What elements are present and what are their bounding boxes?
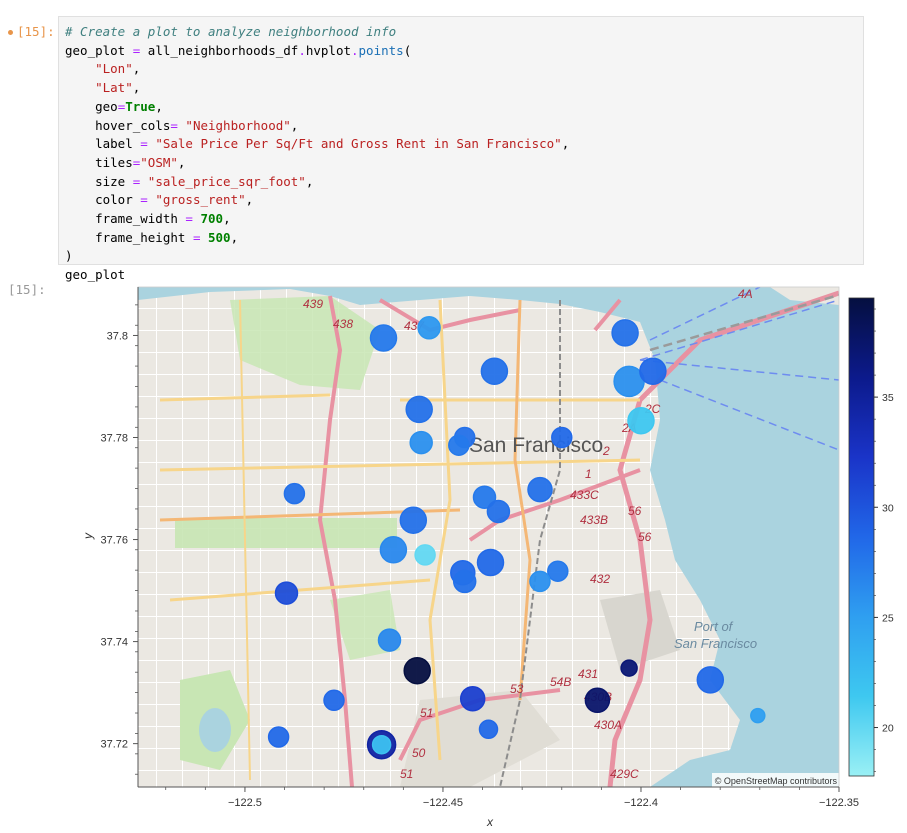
city-label: San Francisco bbox=[469, 434, 603, 457]
data-point bbox=[379, 536, 408, 564]
route-label: 432 bbox=[590, 572, 610, 586]
colorbar-tick-label: 25 bbox=[882, 612, 894, 624]
code-line: frame_width = 700, bbox=[65, 211, 231, 227]
y-tick-label: 37.74 bbox=[100, 637, 128, 649]
colorbar-tick-label: 30 bbox=[882, 502, 894, 514]
attribution: © OpenStreetMap contributors bbox=[715, 776, 838, 786]
data-point bbox=[696, 666, 725, 694]
data-point bbox=[547, 560, 569, 582]
code-editor[interactable]: # Create a plot to analyze neighborhood … bbox=[65, 23, 569, 285]
colorbar-tick-label: 20 bbox=[882, 723, 894, 735]
code-line: "Lon", bbox=[95, 61, 141, 77]
data-point bbox=[369, 324, 398, 352]
data-point bbox=[405, 395, 433, 424]
code-line: frame_height = 500, bbox=[65, 229, 239, 245]
route-label: 50 bbox=[412, 746, 426, 760]
y-tick-label: 37.76 bbox=[100, 535, 128, 547]
code-line: size = "sale_price_sqr_foot", bbox=[65, 173, 314, 189]
route-label: 439 bbox=[303, 297, 323, 311]
code-line: hover_cols= "Neighborhood", bbox=[65, 117, 299, 133]
x-tick-label: −122.5 bbox=[228, 797, 262, 809]
data-point bbox=[459, 685, 486, 712]
route-label: 430A bbox=[594, 718, 622, 732]
code-line: # Create a plot to analyze neighborhood … bbox=[65, 24, 397, 39]
data-point bbox=[750, 707, 766, 724]
route-label: 438 bbox=[333, 317, 353, 331]
route-label: 431 bbox=[578, 667, 598, 681]
data-point bbox=[627, 406, 655, 435]
data-point bbox=[529, 570, 551, 593]
route-label: 429C bbox=[610, 767, 639, 781]
data-point bbox=[486, 499, 511, 524]
route-label: 1 bbox=[585, 467, 592, 481]
data-point bbox=[639, 357, 667, 385]
code-line: label = "Sale Price Per Sq/Ft and Gross … bbox=[65, 136, 570, 152]
data-point bbox=[283, 482, 306, 505]
data-point bbox=[452, 569, 477, 594]
x-axis-label: x bbox=[486, 815, 494, 829]
data-point bbox=[377, 628, 402, 652]
data-point bbox=[448, 434, 470, 456]
data-point bbox=[584, 687, 611, 714]
route-label: 53 bbox=[510, 682, 524, 696]
data-point bbox=[527, 476, 553, 503]
code-cell-input[interactable]: # Create a plot to analyze neighborhood … bbox=[58, 16, 864, 282]
route-label: 433B bbox=[580, 513, 608, 527]
data-point bbox=[611, 319, 639, 347]
route-label: 56 bbox=[628, 504, 642, 518]
x-tick-label: −122.4 bbox=[624, 797, 658, 809]
input-prompt: [15]: bbox=[8, 24, 58, 39]
y-axis-label: y bbox=[81, 532, 95, 540]
data-point bbox=[480, 357, 509, 385]
input-prompt-label: [15]: bbox=[17, 24, 55, 39]
data-point bbox=[478, 719, 499, 740]
y-tick-label: 37.78 bbox=[100, 433, 128, 445]
geo-plot[interactable]: 4394384374A2C2A21433C433B5656432431430B4… bbox=[0, 280, 907, 833]
data-point bbox=[399, 506, 428, 534]
data-point bbox=[371, 734, 392, 755]
code-line: ) bbox=[65, 248, 73, 264]
route-label: 56 bbox=[638, 530, 652, 544]
modified-indicator-icon bbox=[8, 30, 13, 35]
colorbar: 20 25 30 35 bbox=[848, 297, 894, 777]
route-label: 4A bbox=[738, 287, 753, 301]
data-point bbox=[417, 316, 441, 340]
colorbar-gradient bbox=[848, 297, 875, 777]
data-point bbox=[414, 544, 436, 566]
data-point bbox=[476, 548, 505, 577]
data-point bbox=[620, 659, 638, 677]
colorbar-tick-label: 35 bbox=[882, 392, 894, 404]
route-label: 51 bbox=[400, 767, 413, 781]
port-label-line2: San Francisco bbox=[674, 636, 757, 651]
route-label: 54B bbox=[550, 675, 571, 689]
y-tick-label: 37.8 bbox=[107, 330, 128, 342]
route-label: 51 bbox=[420, 706, 433, 720]
code-line: tiles="OSM", bbox=[65, 154, 186, 170]
y-tick-label: 37.72 bbox=[100, 739, 128, 751]
code-line: color = "gross_rent", bbox=[65, 192, 254, 208]
code-line: geo_plot = all_neighborhoods_df.hvplot.p… bbox=[65, 42, 412, 58]
data-point bbox=[267, 726, 290, 748]
data-point bbox=[323, 689, 345, 712]
x-tick-label: −122.35 bbox=[819, 797, 859, 809]
code-line: geo=True, bbox=[65, 98, 163, 114]
data-point bbox=[403, 656, 431, 685]
code-line: "Lat", bbox=[95, 80, 141, 96]
route-label: 433C bbox=[570, 488, 599, 502]
x-tick-label: −122.45 bbox=[423, 797, 463, 809]
data-point bbox=[274, 581, 299, 605]
port-label-line1: Port of bbox=[694, 619, 734, 634]
data-point bbox=[409, 430, 433, 455]
data-point bbox=[551, 426, 573, 449]
